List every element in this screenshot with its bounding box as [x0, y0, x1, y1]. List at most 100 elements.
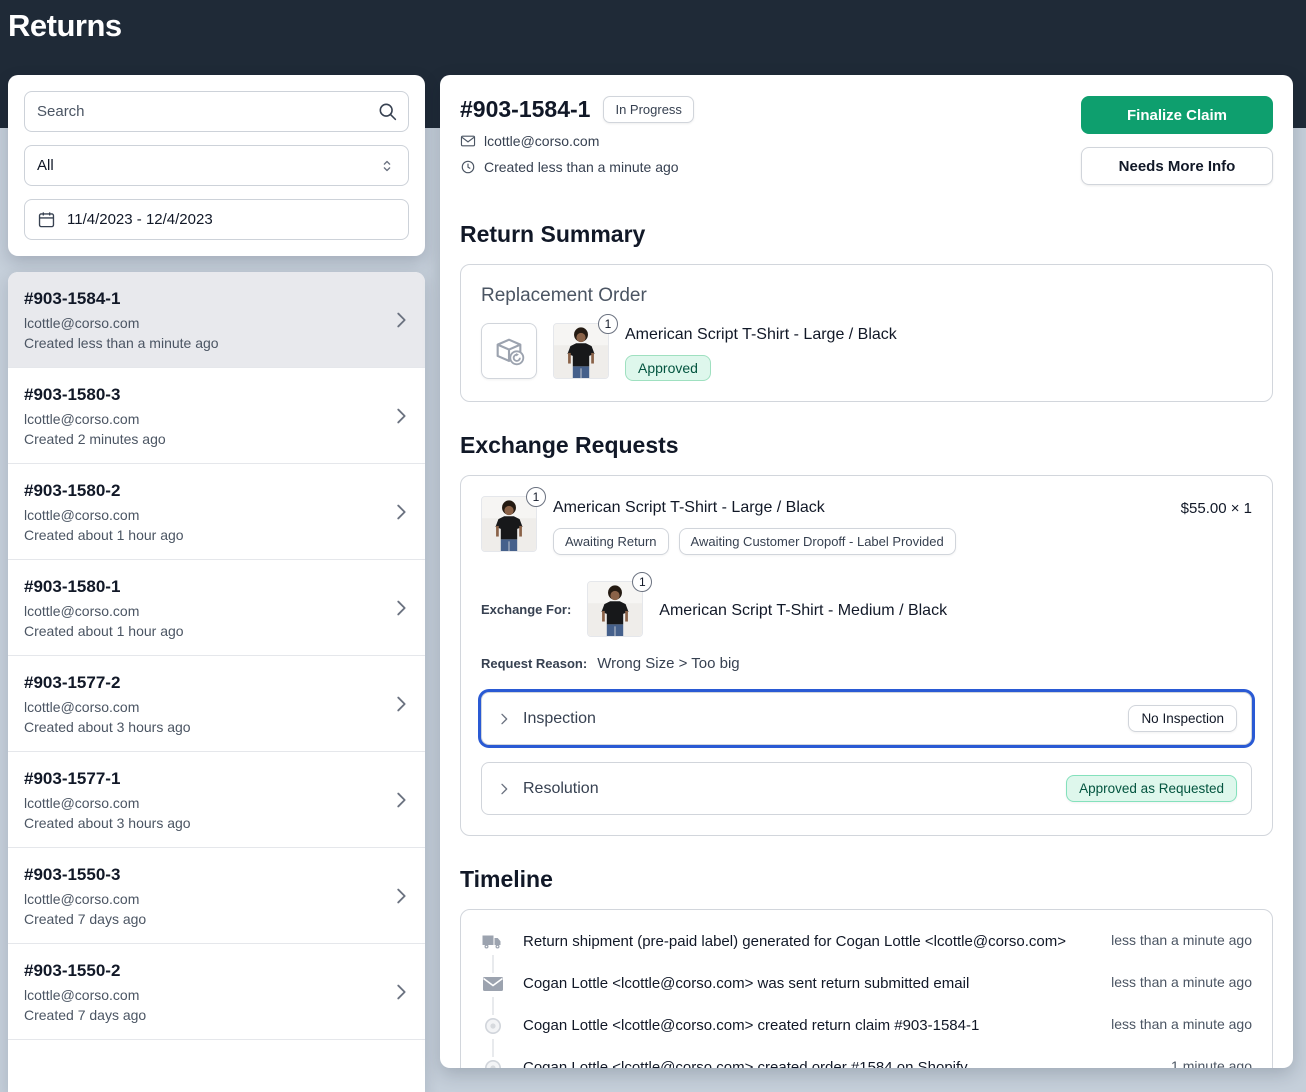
request-reason-value: Wrong Size > Too big [597, 655, 739, 672]
inspection-label: Inspection [523, 710, 596, 728]
claim-created-value: Created less than a minute ago [484, 159, 679, 175]
approved-status-badge: Approved [625, 355, 711, 381]
needs-more-info-button[interactable]: Needs More Info [1081, 147, 1273, 185]
product-image: 1 [587, 581, 643, 637]
claim-detail-header: #903-1584-1 In Progress lcottle@corso.co… [460, 96, 1273, 185]
timeline-event: Cogan Lottle <lcottle@corso.com> created… [481, 1016, 1252, 1058]
search-icon [377, 101, 398, 122]
timeline-event-text: Cogan Lottle <lcottle@corso.com> created… [523, 1016, 1095, 1036]
timeline-card: Return shipment (pre-paid label) generat… [460, 909, 1273, 1068]
claim-email: lcottle@corso.com [24, 507, 409, 523]
claim-id: #903-1577-1 [24, 769, 409, 789]
awaiting-dropoff-badge: Awaiting Customer Dropoff - Label Provid… [679, 528, 956, 555]
chevron-right-icon [390, 309, 412, 331]
claim-list-item[interactable]: #903-1550-3 lcottle@corso.com Created 7 … [8, 848, 425, 944]
date-range-value: 11/4/2023 - 12/4/2023 [67, 211, 213, 228]
date-range-input[interactable]: 11/4/2023 - 12/4/2023 [24, 199, 409, 240]
claim-list-item[interactable]: #903-1584-1 lcottle@corso.com Created le… [8, 272, 425, 368]
claim-created: Created about 1 hour ago [24, 623, 409, 639]
claim-list-item[interactable]: #903-1580-3 lcottle@corso.com Created 2 … [8, 368, 425, 464]
quantity-badge: 1 [632, 572, 652, 592]
chevron-right-icon [496, 781, 512, 797]
claim-list-item[interactable]: #903-1577-1 lcottle@corso.com Created ab… [8, 752, 425, 848]
replacement-order-card: Replacement Order 1 American Script T-Sh… [460, 264, 1273, 402]
return-summary-heading: Return Summary [460, 221, 1273, 248]
chevron-right-icon [390, 405, 412, 427]
claim-email: lcottle@corso.com [24, 795, 409, 811]
claim-detail-title: #903-1584-1 [460, 96, 590, 123]
request-reason-label: Request Reason: [481, 656, 587, 671]
clock-icon [460, 159, 476, 175]
claim-email: lcottle@corso.com [24, 411, 409, 427]
exchange-for-label: Exchange For: [481, 602, 571, 617]
timeline-heading: Timeline [460, 866, 1273, 893]
status-dot-icon [481, 1056, 505, 1068]
inspection-accordion[interactable]: Inspection No Inspection [481, 692, 1252, 745]
timeline-event-text: Cogan Lottle <lcottle@corso.com> created… [523, 1058, 1155, 1068]
exchange-status-pills: Awaiting Return Awaiting Customer Dropof… [553, 528, 1165, 555]
timeline-event: Cogan Lottle <lcottle@corso.com> created… [481, 1058, 1252, 1068]
finalize-claim-button[interactable]: Finalize Claim [1081, 96, 1273, 134]
resolution-label: Resolution [523, 780, 599, 798]
timeline-event-text: Return shipment (pre-paid label) generat… [523, 932, 1095, 952]
claim-detail-meta: #903-1584-1 In Progress lcottle@corso.co… [460, 96, 694, 175]
claim-id: #903-1550-3 [24, 865, 409, 885]
timeline-event: Return shipment (pre-paid label) generat… [481, 932, 1252, 974]
exchange-request-card: 1 American Script T-Shirt - Large / Blac… [460, 475, 1273, 836]
claim-created-row: Created less than a minute ago [460, 159, 694, 175]
claim-list-item[interactable]: #903-1577-2 lcottle@corso.com Created ab… [8, 656, 425, 752]
product-name: American Script T-Shirt - Large / Black [625, 323, 897, 344]
claim-email: lcottle@corso.com [24, 987, 409, 1003]
chevron-right-icon [390, 885, 412, 907]
product-name: American Script T-Shirt - Large / Black [553, 496, 1165, 517]
claim-list-item[interactable]: #903-1580-1 lcottle@corso.com Created ab… [8, 560, 425, 656]
timeline-event-text: Cogan Lottle <lcottle@corso.com> was sen… [523, 974, 1095, 994]
chevron-right-icon [390, 789, 412, 811]
claim-created: Created about 1 hour ago [24, 527, 409, 543]
claim-email-row: lcottle@corso.com [460, 133, 694, 149]
claim-email: lcottle@corso.com [24, 699, 409, 715]
chevron-right-icon [390, 981, 412, 1003]
claim-id: #903-1580-3 [24, 385, 409, 405]
request-reason-row: Request Reason: Wrong Size > Too big [481, 655, 1252, 672]
claim-created: Created about 3 hours ago [24, 719, 409, 735]
resolution-accordion[interactable]: Resolution Approved as Requested [481, 762, 1252, 815]
product-image: 1 [553, 323, 609, 379]
timeline-event: Cogan Lottle <lcottle@corso.com> was sen… [481, 974, 1252, 1016]
claim-id: #903-1580-1 [24, 577, 409, 597]
quantity-badge: 1 [526, 487, 546, 507]
status-filter-select[interactable]: All [24, 145, 409, 186]
claims-list: #903-1584-1 lcottle@corso.com Created le… [8, 272, 425, 1092]
chevron-right-icon [390, 597, 412, 619]
item-price: $55.00 × 1 [1181, 496, 1252, 517]
claim-id: #903-1584-1 [24, 289, 409, 309]
truck-icon [481, 930, 505, 954]
claim-email: lcottle@corso.com [24, 315, 409, 331]
exchange-requests-heading: Exchange Requests [460, 432, 1273, 459]
quantity-badge: 1 [598, 314, 618, 334]
claim-list-item[interactable]: #903-1550-2 lcottle@corso.com Created 7 … [8, 944, 425, 1040]
claim-list-item[interactable]: #903-1580-2 lcottle@corso.com Created ab… [8, 464, 425, 560]
replacement-order-title: Replacement Order [481, 285, 1252, 307]
mail-icon [481, 972, 505, 996]
claim-created: Created about 3 hours ago [24, 815, 409, 831]
approved-as-requested-badge: Approved as Requested [1066, 775, 1237, 802]
claim-detail-panel: #903-1584-1 In Progress lcottle@corso.co… [440, 75, 1293, 1068]
search-input[interactable] [24, 91, 409, 132]
claim-email-value: lcottle@corso.com [484, 133, 599, 149]
claim-id: #903-1550-2 [24, 961, 409, 981]
status-dot-icon [481, 1014, 505, 1038]
mail-icon [460, 133, 476, 149]
chevron-right-icon [390, 693, 412, 715]
chevron-right-icon [496, 711, 512, 727]
calendar-icon [37, 210, 56, 229]
search-field-wrap [24, 91, 409, 132]
sidebar: All 11/4/2023 - 12/4/2023 #903-1584-1 lc… [8, 75, 425, 1092]
claim-email: lcottle@corso.com [24, 603, 409, 619]
claim-created: Created less than a minute ago [24, 335, 409, 351]
claim-created: Created 2 minutes ago [24, 431, 409, 447]
claim-id: #903-1577-2 [24, 673, 409, 693]
exchange-product-name: American Script T-Shirt - Medium / Black [659, 599, 947, 620]
exchange-for-row: Exchange For: 1 American Script T-Shirt … [481, 581, 1252, 637]
timeline-event-time: 1 minute ago [1171, 1058, 1252, 1068]
